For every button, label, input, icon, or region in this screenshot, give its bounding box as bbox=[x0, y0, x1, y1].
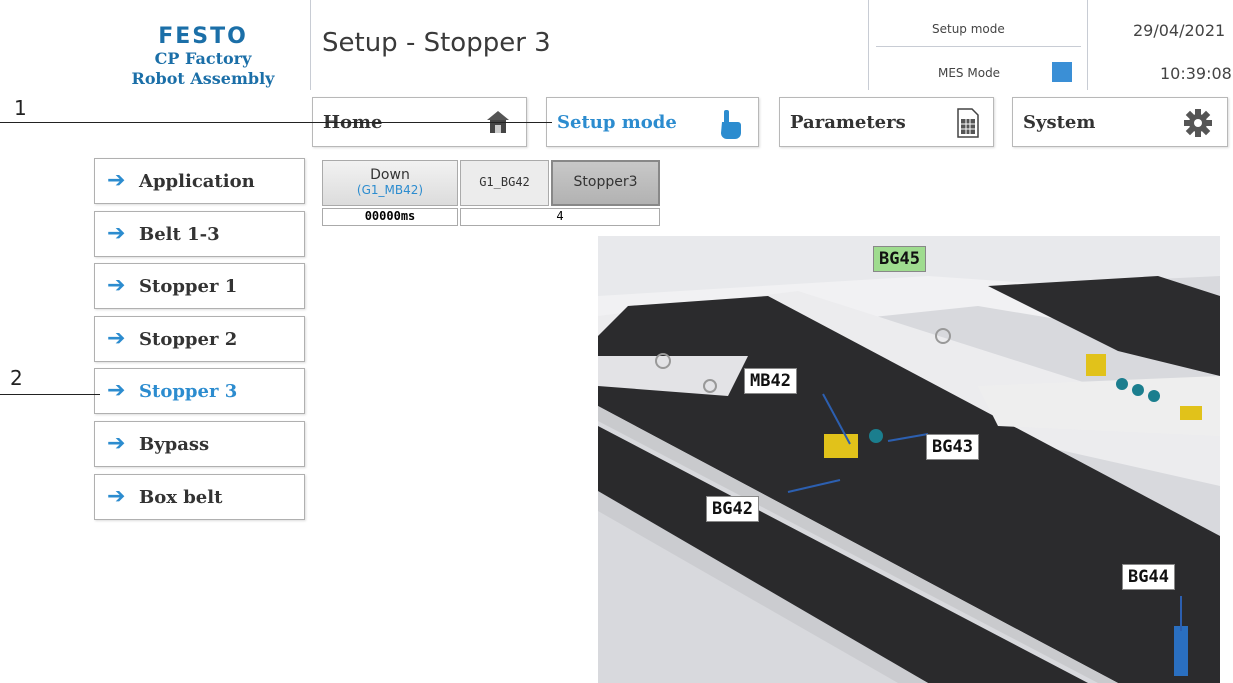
callout-1-line bbox=[0, 122, 552, 123]
bg44-tag: BG44 bbox=[1122, 564, 1175, 590]
header-divider bbox=[1087, 0, 1088, 90]
logo-line-2: Robot Assembly bbox=[131, 69, 275, 88]
callout-2-line bbox=[0, 394, 100, 395]
conveyor-illustration bbox=[598, 236, 1220, 683]
time: 10:39:08 bbox=[1160, 64, 1232, 83]
arrow-right-icon: ➔ bbox=[107, 221, 126, 246]
arrow-right-icon: ➔ bbox=[107, 273, 126, 298]
callout-1: 1 bbox=[14, 96, 27, 120]
arrow-right-icon: ➔ bbox=[107, 326, 126, 351]
down-button[interactable]: Down (G1_MB42) bbox=[322, 160, 458, 206]
logo-brand: FESTO bbox=[158, 24, 248, 49]
mb42-tag: MB42 bbox=[744, 368, 797, 394]
hand-pointer-icon bbox=[718, 108, 744, 144]
header-divider bbox=[868, 0, 869, 90]
setup-mode-label: Setup mode bbox=[557, 112, 677, 133]
home-icon bbox=[484, 108, 512, 140]
arrow-right-icon: ➔ bbox=[107, 168, 126, 193]
document-grid-icon bbox=[957, 108, 979, 142]
sidebar-item-label: Stopper 2 bbox=[139, 329, 238, 350]
header-divider bbox=[310, 0, 311, 90]
down-label: Down bbox=[370, 167, 410, 183]
sidebar-item-label: Bypass bbox=[139, 434, 210, 455]
timer-field: 00000ms bbox=[322, 208, 458, 226]
sidebar-item-label: Application bbox=[139, 171, 255, 192]
festo-logo: FESTO CP Factory Robot Assembly bbox=[98, 24, 308, 89]
sidebar-item-belt-1-3[interactable]: ➔ Belt 1-3 bbox=[94, 211, 305, 257]
arrow-right-icon: ➔ bbox=[107, 484, 126, 509]
logo-line-1: CP Factory bbox=[154, 49, 252, 68]
sidebar-item-label: Stopper 3 bbox=[139, 381, 238, 402]
sidebar-item-stopper-3[interactable]: ➔ Stopper 3 bbox=[94, 368, 305, 414]
gear-icon bbox=[1183, 108, 1213, 142]
sidebar-item-stopper-2[interactable]: ➔ Stopper 2 bbox=[94, 316, 305, 362]
bg42-tag: BG42 bbox=[706, 496, 759, 522]
setup-mode-button[interactable]: Setup mode bbox=[546, 97, 759, 147]
sensor-label: G1_BG42 bbox=[479, 175, 530, 189]
sidebar-item-label: Box belt bbox=[139, 487, 223, 508]
sidebar-item-stopper-1[interactable]: ➔ Stopper 1 bbox=[94, 263, 305, 309]
bg45-tag: BG45 bbox=[873, 246, 926, 272]
sensor-indicator: G1_BG42 bbox=[460, 160, 549, 206]
stopper-label: Stopper3 bbox=[573, 174, 638, 190]
mes-mode-indicator[interactable] bbox=[1052, 62, 1072, 82]
sidebar-item-label: Stopper 1 bbox=[139, 276, 238, 297]
page-title: Setup - Stopper 3 bbox=[322, 28, 551, 58]
parameters-label: Parameters bbox=[790, 112, 906, 133]
mes-mode-label: MES Mode bbox=[938, 66, 1001, 80]
stopper3-indicator: Stopper3 bbox=[551, 160, 660, 206]
system-label: System bbox=[1023, 112, 1096, 133]
conveyor-image: BG45 MB42 BG43 BG42 BG44 bbox=[598, 236, 1220, 683]
sidebar-item-bypass[interactable]: ➔ Bypass bbox=[94, 421, 305, 467]
callout-2: 2 bbox=[10, 366, 23, 390]
arrow-right-icon: ➔ bbox=[107, 378, 126, 403]
sidebar-item-label: Belt 1-3 bbox=[139, 224, 220, 245]
setup-mode-label: Setup mode bbox=[932, 22, 1005, 36]
sidebar-item-application[interactable]: ➔ Application bbox=[94, 158, 305, 204]
mode-divider bbox=[876, 46, 1081, 47]
system-button[interactable]: System bbox=[1012, 97, 1228, 147]
down-sub-label: (G1_MB42) bbox=[356, 183, 424, 197]
count-field: 4 bbox=[460, 208, 660, 226]
date: 29/04/2021 bbox=[1133, 21, 1226, 40]
bg43-tag: BG43 bbox=[926, 434, 979, 460]
arrow-right-icon: ➔ bbox=[107, 431, 126, 456]
sidebar-item-box-belt[interactable]: ➔ Box belt bbox=[94, 474, 305, 520]
parameters-button[interactable]: Parameters bbox=[779, 97, 994, 147]
